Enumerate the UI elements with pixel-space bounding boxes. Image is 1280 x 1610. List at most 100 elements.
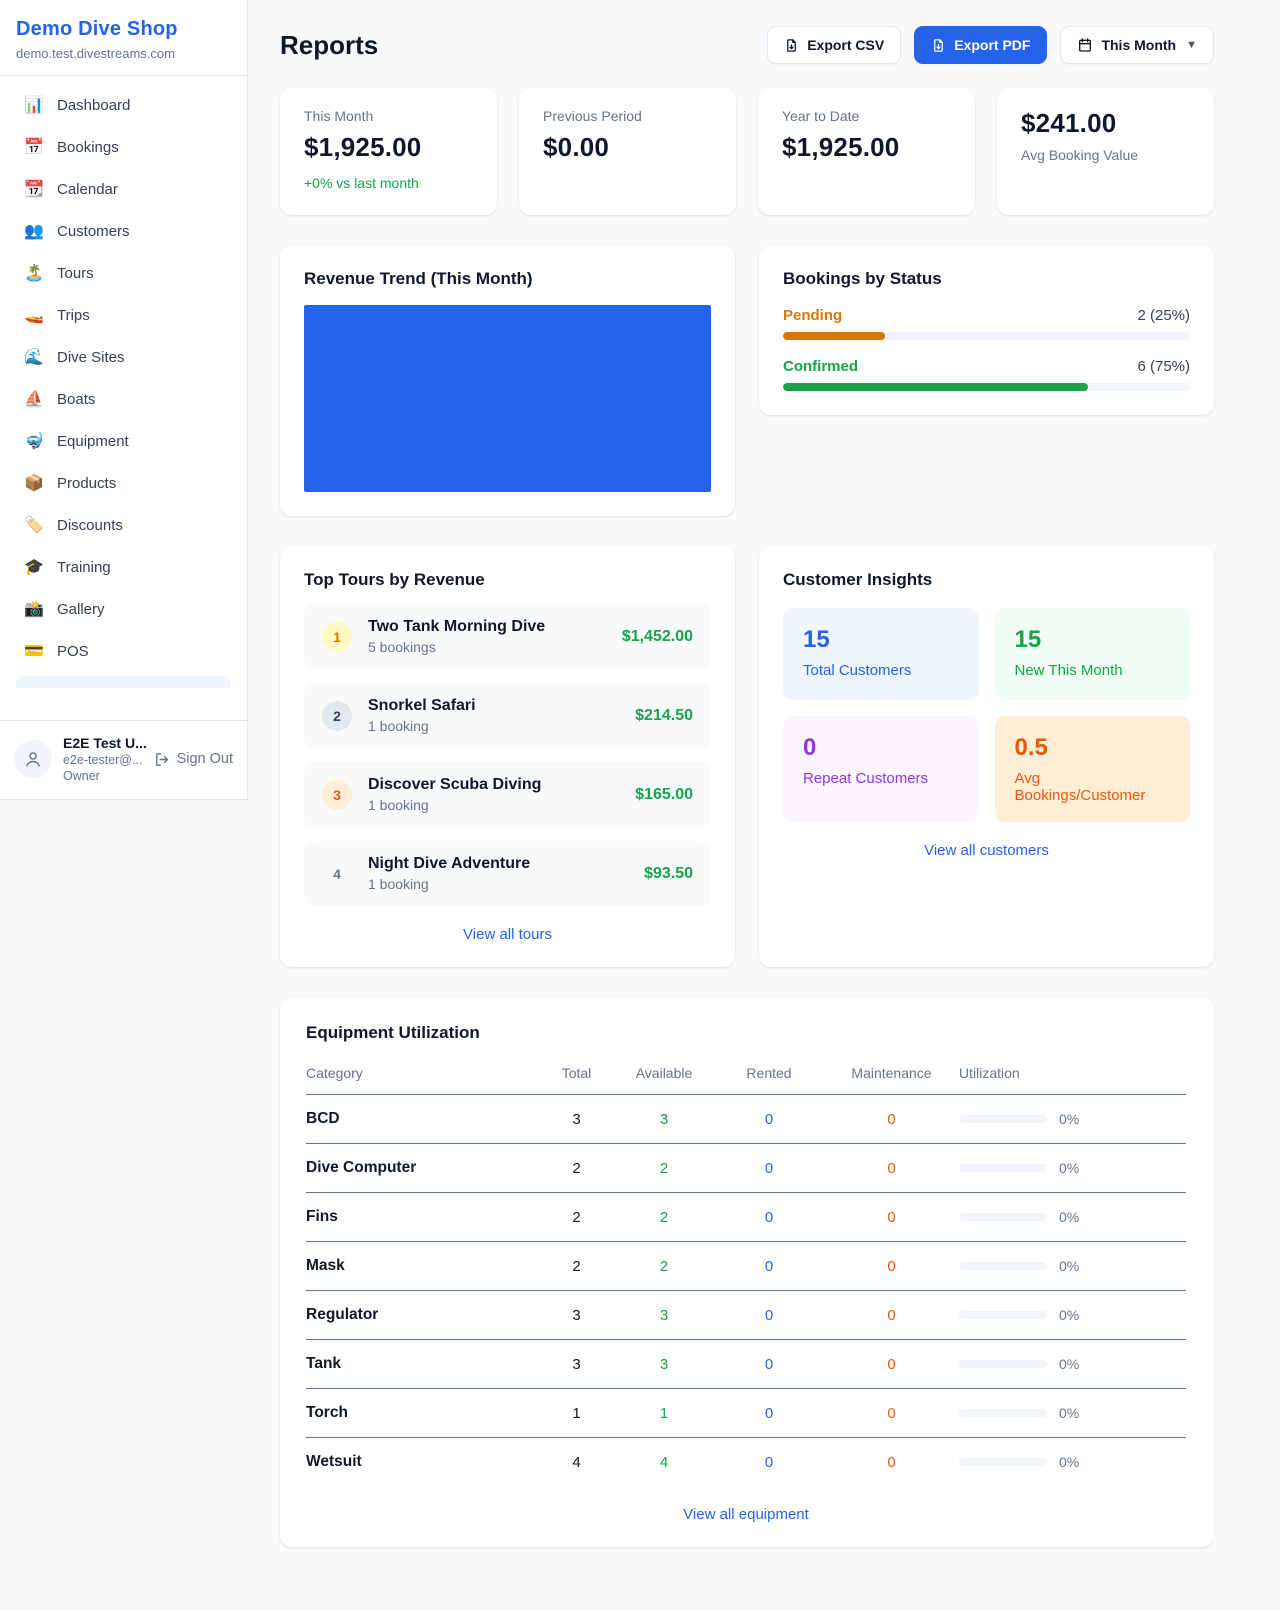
cell-maintenance: 0 — [824, 1356, 959, 1373]
table-row: Wetsuit 4 4 0 0 0% — [306, 1438, 1186, 1486]
sign-out-button[interactable]: Sign Out — [154, 751, 233, 768]
cell-utilization: 0% — [959, 1307, 1186, 1323]
sidebar-item-dashboard[interactable]: 📊Dashboard — [12, 88, 235, 123]
tour-name: Discover Scuba Diving — [368, 776, 619, 794]
cell-maintenance: 0 — [824, 1111, 959, 1128]
equipment-table: Category Total Available Rented Maintena… — [306, 1057, 1186, 1486]
sailboat-icon: ⛵ — [24, 392, 44, 408]
sidebar-item-trips[interactable]: 🚤Trips — [12, 298, 235, 333]
view-all-equipment-link[interactable]: View all equipment — [306, 1506, 1186, 1523]
stat-card-this-month: This Month $1,925.00 +0% vs last month — [280, 88, 497, 215]
equipment-utilization-card: Equipment Utilization Category Total Ava… — [280, 997, 1214, 1547]
stats-row: This Month $1,925.00 +0% vs last month P… — [280, 88, 1214, 215]
utilization-text: 0% — [1059, 1454, 1079, 1470]
sidebar-item-label: Dashboard — [57, 97, 130, 114]
table-row: Dive Computer 2 2 0 0 0% — [306, 1144, 1186, 1193]
cell-category: Wetsuit — [306, 1453, 539, 1471]
calendar-icon: 📆 — [24, 182, 44, 198]
cell-utilization: 0% — [959, 1356, 1186, 1372]
cell-category: Regulator — [306, 1306, 539, 1324]
export-csv-label: Export CSV — [807, 37, 884, 53]
sidebar-item-equipment[interactable]: 🤿Equipment — [12, 424, 235, 459]
insight-repeat-customers: 0 Repeat Customers — [783, 716, 979, 822]
cell-available: 2 — [614, 1258, 714, 1275]
cell-total: 2 — [539, 1258, 614, 1275]
sidebar-item-reports-partial[interactable] — [16, 676, 231, 688]
insight-value: 0 — [803, 734, 959, 762]
period-dropdown[interactable]: This Month ▼ — [1060, 26, 1214, 64]
export-csv-button[interactable]: Export CSV — [767, 26, 901, 64]
cell-utilization: 0% — [959, 1258, 1186, 1274]
tour-bookings: 1 booking — [368, 797, 619, 813]
cell-maintenance: 0 — [824, 1258, 959, 1275]
customer-insights-card: Customer Insights 15 Total Customers 15 … — [759, 546, 1214, 967]
cell-maintenance: 0 — [824, 1307, 959, 1324]
utilization-text: 0% — [1059, 1405, 1079, 1421]
sidebar-item-boats[interactable]: ⛵Boats — [12, 382, 235, 417]
cell-available: 4 — [614, 1454, 714, 1471]
utilization-text: 0% — [1059, 1258, 1079, 1274]
cell-rented: 0 — [714, 1405, 824, 1422]
top-tours-title: Top Tours by Revenue — [304, 570, 711, 590]
user-email: e2e-tester@... — [63, 753, 143, 767]
top-tours-card: Top Tours by Revenue 1 Two Tank Morning … — [280, 546, 735, 967]
cell-category: Fins — [306, 1208, 539, 1226]
cell-rented: 0 — [714, 1209, 824, 1226]
page-header: Reports Export CSV Export PDF This Month… — [280, 26, 1214, 64]
sidebar: Demo Dive Shop demo.test.divestreams.com… — [0, 0, 248, 800]
insight-total-customers: 15 Total Customers — [783, 608, 979, 700]
page-title: Reports — [280, 30, 378, 61]
camera-icon: 📸 — [24, 602, 44, 618]
cell-maintenance: 0 — [824, 1160, 959, 1177]
sidebar-item-customers[interactable]: 👥Customers — [12, 214, 235, 249]
status-row-confirmed: Confirmed 6 (75%) — [783, 358, 1190, 391]
col-utilization: Utilization — [959, 1065, 1186, 1081]
equipment-table-header: Category Total Available Rented Maintena… — [306, 1057, 1186, 1095]
rank-badge: 3 — [322, 780, 352, 810]
status-bar-track — [783, 383, 1190, 391]
status-bar-fill — [783, 332, 885, 340]
status-label: Pending — [783, 307, 842, 324]
sidebar-item-calendar[interactable]: 📆Calendar — [12, 172, 235, 207]
sidebar-item-label: Bookings — [57, 139, 119, 156]
view-all-tours-link[interactable]: View all tours — [304, 926, 711, 943]
equipment-utilization-title: Equipment Utilization — [306, 1023, 1186, 1043]
export-pdf-button[interactable]: Export PDF — [914, 26, 1047, 64]
rank-badge: 2 — [322, 701, 352, 731]
stat-label: This Month — [304, 108, 473, 124]
person-icon — [24, 750, 42, 768]
sidebar-item-gallery[interactable]: 📸Gallery — [12, 592, 235, 627]
sidebar-item-discounts[interactable]: 🏷️Discounts — [12, 508, 235, 543]
status-value: 2 (25%) — [1137, 307, 1190, 324]
insight-label: Avg Bookings/Customer — [1015, 770, 1171, 804]
utilization-text: 0% — [1059, 1111, 1079, 1127]
bookings-by-status-title: Bookings by Status — [783, 269, 1190, 289]
sidebar-item-pos[interactable]: 💳POS — [12, 634, 235, 669]
cell-total: 3 — [539, 1111, 614, 1128]
cell-total: 3 — [539, 1307, 614, 1324]
insight-value: 0.5 — [1015, 734, 1171, 762]
sidebar-item-tours[interactable]: 🏝️Tours — [12, 256, 235, 291]
insight-label: Repeat Customers — [803, 770, 959, 787]
view-all-customers-link[interactable]: View all customers — [783, 842, 1190, 859]
sidebar-item-products[interactable]: 📦Products — [12, 466, 235, 501]
sidebar-item-label: Training — [57, 559, 111, 576]
stat-value: $1,925.00 — [304, 132, 473, 163]
utilization-text: 0% — [1059, 1209, 1079, 1225]
sidebar-item-bookings[interactable]: 📅Bookings — [12, 130, 235, 165]
charts-row: Revenue Trend (This Month) Bookings by S… — [280, 245, 1214, 516]
insight-new-this-month: 15 New This Month — [995, 608, 1191, 700]
stat-card-avg-booking-value: $241.00 Avg Booking Value — [997, 88, 1214, 215]
stat-value: $1,925.00 — [782, 132, 951, 163]
rank-badge: 4 — [322, 859, 352, 889]
user-section: E2E Test U... e2e-tester@... Owner Sign … — [0, 720, 247, 799]
insight-label: Total Customers — [803, 662, 959, 679]
diving-mask-icon: 🤿 — [24, 434, 44, 450]
sidebar-item-training[interactable]: 🎓Training — [12, 550, 235, 585]
status-label: Confirmed — [783, 358, 858, 375]
utilization-text: 0% — [1059, 1307, 1079, 1323]
sidebar-item-dive-sites[interactable]: 🌊Dive Sites — [12, 340, 235, 375]
cell-maintenance: 0 — [824, 1209, 959, 1226]
speedboat-icon: 🚤 — [24, 308, 44, 324]
customers-icon: 👥 — [24, 224, 44, 240]
